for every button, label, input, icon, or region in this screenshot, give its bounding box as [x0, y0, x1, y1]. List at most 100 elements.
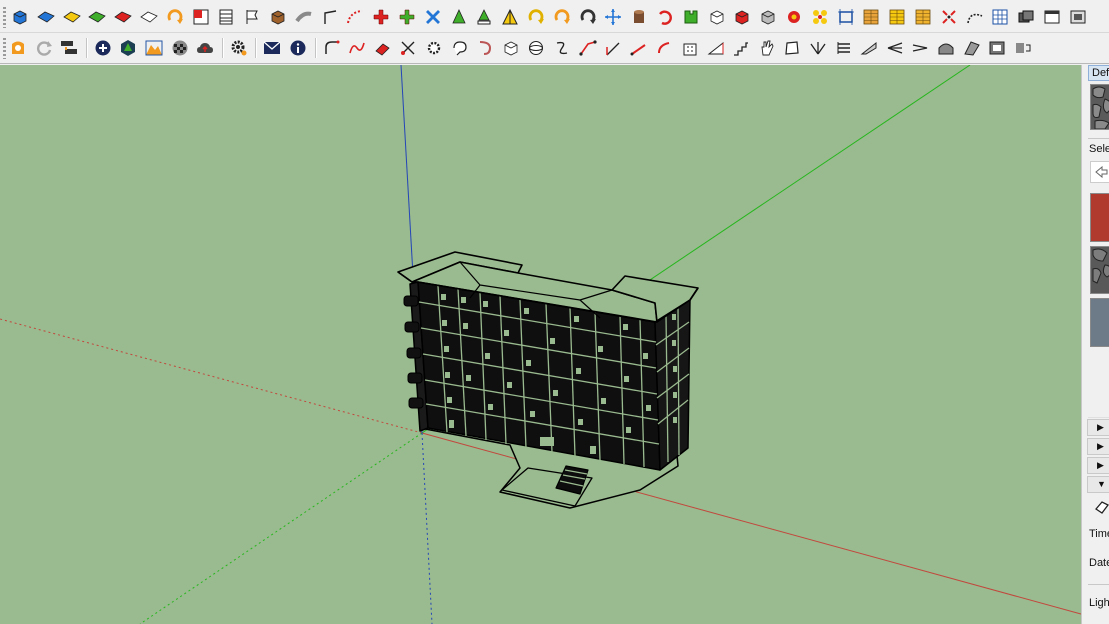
ridge-tool-button[interactable] — [961, 38, 983, 58]
email-tool-button[interactable] — [261, 38, 283, 58]
dotted-curve-tool-button[interactable] — [964, 7, 986, 27]
vault-tool-button[interactable] — [935, 38, 957, 58]
cube-orange-tool-button[interactable] — [706, 7, 728, 27]
curve-tool-tool-button[interactable] — [321, 38, 343, 58]
window-tool-button[interactable] — [1041, 7, 1063, 27]
preview-3d-tool-button[interactable] — [117, 38, 139, 58]
arrow-red-tool-button[interactable] — [628, 38, 650, 58]
face-outline-tool-button[interactable] — [138, 7, 160, 27]
building-tool-button[interactable] — [679, 38, 701, 58]
grid-yellow-icon — [888, 8, 906, 26]
ramp-tool-button[interactable] — [705, 38, 727, 58]
puzzle-green-tool-button[interactable] — [680, 7, 702, 27]
stairs-tool-button[interactable] — [730, 38, 752, 58]
face-yellow-tool-button[interactable] — [61, 7, 83, 27]
slope-tool-button[interactable] — [858, 38, 880, 58]
flower-yellow-tool-button[interactable] — [809, 7, 831, 27]
hand-tool-button[interactable] — [756, 38, 778, 58]
flag-tool-button[interactable] — [241, 7, 263, 27]
split2-tool-button[interactable] — [909, 38, 931, 58]
gear-gray-icon — [425, 39, 443, 57]
shelf-tool-button[interactable] — [986, 38, 1008, 58]
rotate-orange-tool-button[interactable] — [551, 7, 573, 27]
bracket-red-tool-button[interactable] — [653, 38, 675, 58]
toolbar-grip[interactable] — [3, 38, 6, 59]
move-arrows-tool-button[interactable] — [602, 7, 624, 27]
face-blue-tool-button[interactable] — [35, 7, 57, 27]
lasso-tool-button[interactable] — [449, 38, 471, 58]
modeling-viewport[interactable] — [0, 65, 1081, 624]
rotate-gray-tool-button[interactable] — [577, 7, 599, 27]
stack-tool-button[interactable] — [833, 38, 855, 58]
info-tool-button[interactable] — [287, 38, 309, 58]
more-tool-button[interactable] — [1012, 38, 1034, 58]
grid-orange2-tool-button[interactable] — [912, 7, 934, 27]
cone-tree-icon — [475, 8, 493, 26]
material-swatch-stone[interactable] — [1090, 246, 1109, 294]
tray-tab[interactable]: Default — [1088, 65, 1109, 81]
arrow-red-icon — [630, 39, 648, 57]
checker-tool-button[interactable] — [169, 38, 191, 58]
scatter-red-tool-button[interactable] — [938, 7, 960, 27]
paint-blue-tool-button[interactable] — [9, 7, 31, 27]
sphere-tool-button[interactable] — [525, 38, 547, 58]
tray-collapse-shadows[interactable]: ▼ — [1087, 476, 1109, 493]
settings-tool-button[interactable] — [228, 38, 250, 58]
hook-tool-button[interactable] — [474, 38, 496, 58]
tray-expand-1[interactable]: ▶ — [1087, 419, 1109, 436]
pipe-gray-tool-button[interactable] — [293, 7, 315, 27]
cross-green-tool-button[interactable] — [396, 7, 418, 27]
box-outline-tool-button[interactable] — [500, 38, 522, 58]
rows-tool-button[interactable] — [215, 7, 237, 27]
window2-tool-button[interactable] — [1067, 7, 1089, 27]
cube-red-tool-button[interactable] — [731, 7, 753, 27]
cylinder-tool-button[interactable] — [628, 7, 650, 27]
split-tool-button[interactable] — [884, 38, 906, 58]
shadow-icon[interactable] — [1093, 499, 1109, 518]
eraser-tool-button[interactable] — [372, 38, 394, 58]
angle-red-tool-button[interactable] — [577, 38, 599, 58]
arc-orange-tool-button[interactable] — [164, 7, 186, 27]
layout-transfer-tool-button[interactable] — [58, 38, 80, 58]
tray-expand-3[interactable]: ▶ — [1087, 457, 1109, 474]
gear-gray-tool-button[interactable] — [423, 38, 445, 58]
face-red-tool-button[interactable] — [112, 7, 134, 27]
box-brown-tool-button[interactable] — [267, 7, 289, 27]
material-preview[interactable] — [1090, 84, 1109, 130]
grid-orange-tool-button[interactable] — [860, 7, 882, 27]
fan-tool-button[interactable] — [807, 38, 829, 58]
frame-blue-tool-button[interactable] — [835, 7, 857, 27]
material-swatch-slate[interactable] — [1090, 298, 1109, 347]
layers-dark-tool-button[interactable] — [1015, 7, 1037, 27]
triangle-yellow-tool-button[interactable] — [499, 7, 521, 27]
square-red-tool-button[interactable] — [190, 7, 212, 27]
tray-expand-2[interactable]: ▶ — [1087, 438, 1109, 455]
grid-yellow-tool-button[interactable] — [886, 7, 908, 27]
extension-warehouse-tool-button[interactable] — [7, 38, 29, 58]
dotted-arc-tool-button[interactable] — [344, 7, 366, 27]
angle-line-tool-button[interactable] — [602, 38, 624, 58]
cross-blue-tool-button[interactable] — [422, 7, 444, 27]
terrain-tool-button[interactable] — [143, 38, 165, 58]
cube-gray-tool-button[interactable] — [757, 7, 779, 27]
cloud-upload-tool-button[interactable] — [194, 38, 216, 58]
add-location-tool-button[interactable] — [92, 38, 114, 58]
flower-red-tool-button[interactable] — [783, 7, 805, 27]
building-model[interactable] — [397, 251, 699, 509]
rotate-yellow-tool-button[interactable] — [525, 7, 547, 27]
face-green-tool-button[interactable] — [86, 7, 108, 27]
cone-green-tool-button[interactable] — [448, 7, 470, 27]
scissors-tool-button[interactable] — [397, 38, 419, 58]
cone-tree-tool-button[interactable] — [473, 7, 495, 27]
shape-tool-button[interactable] — [781, 38, 803, 58]
s-curve-tool-button[interactable] — [551, 38, 573, 58]
toolbar-grip[interactable] — [3, 7, 6, 28]
material-swatch-red[interactable] — [1090, 193, 1109, 242]
grid-blue-tool-button[interactable] — [989, 7, 1011, 27]
spline-red-tool-button[interactable] — [346, 38, 368, 58]
back-button[interactable] — [1090, 161, 1109, 183]
undo-red-tool-button[interactable] — [654, 7, 676, 27]
cross-red-tool-button[interactable] — [370, 7, 392, 27]
refresh-tool-button[interactable] — [33, 38, 55, 58]
corner-line-tool-button[interactable] — [319, 7, 341, 27]
